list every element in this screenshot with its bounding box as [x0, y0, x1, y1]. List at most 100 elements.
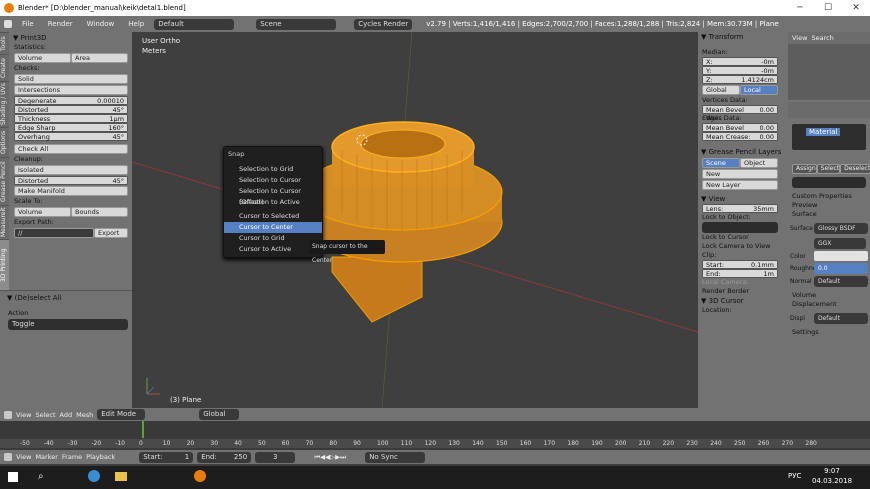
- scale-volume-button[interactable]: Volume: [14, 207, 71, 217]
- engine-select[interactable]: Cycles Render: [354, 18, 413, 30]
- material-slot-list[interactable]: Material: [792, 124, 866, 150]
- tab-options[interactable]: Options: [0, 127, 9, 157]
- tab-3d-printing[interactable]: 3D Printing: [0, 239, 9, 290]
- search-icon[interactable]: ⌕: [38, 471, 44, 482]
- start-frame-field[interactable]: Start: 1: [139, 451, 194, 463]
- menu-item-cursor-to-grid[interactable]: Cursor to Grid: [224, 233, 322, 244]
- sync-select[interactable]: No Sync: [365, 451, 426, 463]
- check-row-overhang[interactable]: Overhang 45°: [14, 132, 128, 141]
- menu-item-cursor-to-center[interactable]: Cursor to Center: [224, 222, 322, 233]
- deselect-button[interactable]: Deselect: [840, 164, 870, 174]
- editor-type-icon[interactable]: [4, 20, 12, 28]
- custom-properties-panel[interactable]: Custom Properties: [788, 192, 870, 201]
- displacement-select[interactable]: Default: [814, 313, 868, 324]
- solid-button[interactable]: Solid: [14, 74, 128, 84]
- vertex-bevel-field[interactable]: Mean Bevel Wei: 0.00: [702, 105, 778, 122]
- roughness-field[interactable]: 0.0: [814, 263, 868, 274]
- area-button[interactable]: Area: [71, 53, 128, 63]
- global-toggle[interactable]: Global: [702, 85, 740, 95]
- end-frame-field[interactable]: End: 250: [197, 451, 252, 463]
- material-slot[interactable]: Material: [806, 128, 841, 136]
- distribution-select[interactable]: GGX: [814, 238, 866, 249]
- timeline-playback-menu[interactable]: Playback: [86, 453, 115, 461]
- new-layer-button[interactable]: New Layer: [702, 180, 778, 190]
- action-select[interactable]: Toggle: [8, 319, 128, 330]
- edge-bevel-field[interactable]: Mean Bevel Wei:0.00: [702, 123, 778, 140]
- layout-select[interactable]: Default: [154, 18, 235, 30]
- lock-object-field[interactable]: [702, 222, 778, 233]
- check-row-thickness[interactable]: Thickness 1µm: [14, 114, 128, 123]
- tab-create[interactable]: Create: [0, 54, 9, 81]
- normal-select[interactable]: Default: [814, 276, 868, 287]
- editor-type-icon[interactable]: [4, 410, 12, 419]
- cleanup-distorted-row[interactable]: Distorted 45°: [14, 176, 128, 185]
- 3d-viewport[interactable]: User Ortho Meters (3) Plane: [132, 32, 698, 408]
- median-z-field[interactable]: Z: 1.4124cm: [702, 75, 778, 84]
- menu-item-cursor-to-active[interactable]: Cursor to Active: [224, 244, 322, 255]
- mesh-menu[interactable]: Mesh: [76, 411, 93, 419]
- tab-tools[interactable]: Tools: [0, 32, 9, 54]
- menu-render[interactable]: Render: [44, 20, 77, 28]
- playback-controls[interactable]: ⏮◀◀▷▶⏭: [299, 453, 361, 462]
- clip-start-field[interactable]: Start: 0.1mm: [702, 260, 778, 269]
- menu-item-selection-to-cursor-offset[interactable]: Selection to Cursor (Offset): [224, 186, 322, 206]
- maximize-button[interactable]: ☐: [814, 0, 842, 16]
- editor-type-icon[interactable]: [4, 453, 12, 461]
- check-all-button[interactable]: Check All: [14, 144, 128, 154]
- volume-panel[interactable]: Volume: [788, 291, 870, 300]
- start-icon[interactable]: [8, 472, 18, 482]
- median-x-field[interactable]: X: -0m: [702, 57, 778, 66]
- language-indicator[interactable]: РУС: [788, 472, 801, 480]
- lens-field[interactable]: Lens: 35mm: [702, 204, 778, 213]
- mode-select[interactable]: Edit Mode: [97, 409, 146, 420]
- gp-layers-header[interactable]: Grease Pencil Layers: [709, 148, 782, 156]
- gp-object-toggle[interactable]: Object: [740, 158, 778, 168]
- displacement-panel[interactable]: Displacement: [788, 300, 870, 309]
- clock-time[interactable]: 9:07: [815, 467, 849, 475]
- file-explorer-icon[interactable]: [115, 472, 127, 481]
- render-border-checkbox[interactable]: Render Border: [698, 287, 788, 296]
- blender-taskbar-icon[interactable]: [194, 470, 206, 482]
- close-button[interactable]: ✕: [842, 0, 870, 16]
- outliner-search-field[interactable]: Search: [811, 34, 833, 42]
- properties-tabs[interactable]: [788, 102, 870, 118]
- surface-shader-select[interactable]: Glossy BSDF: [814, 223, 868, 234]
- assign-button[interactable]: Assign: [792, 164, 817, 174]
- select-menu[interactable]: Select: [35, 411, 55, 419]
- make-manifold-button[interactable]: Make Manifold: [14, 186, 128, 196]
- edge-crease-field[interactable]: Mean Crease: 0.00: [702, 132, 778, 141]
- menu-help[interactable]: Help: [124, 20, 148, 28]
- gp-scene-toggle[interactable]: Scene: [702, 158, 740, 168]
- export-path-field[interactable]: //: [14, 228, 94, 238]
- check-row-degenerate[interactable]: Degenerate 0.00010: [14, 96, 128, 105]
- select-button[interactable]: Select: [816, 164, 841, 174]
- view-header[interactable]: View: [709, 195, 726, 203]
- 3d-cursor-header[interactable]: 3D Cursor: [709, 297, 744, 305]
- current-frame-indicator[interactable]: [142, 421, 144, 438]
- preview-panel[interactable]: Preview: [788, 201, 870, 210]
- tab-grease-pencil[interactable]: Grease Pencil: [0, 157, 9, 205]
- isolated-button[interactable]: Isolated: [14, 165, 128, 175]
- menu-item-cursor-to-selected[interactable]: Cursor to Selected: [224, 211, 322, 222]
- intersections-button[interactable]: Intersections: [14, 85, 128, 95]
- menu-item-selection-to-grid[interactable]: Selection to Grid: [224, 164, 322, 175]
- color-swatch[interactable]: [814, 251, 868, 261]
- clip-end-field[interactable]: End: 1m: [702, 269, 778, 278]
- add-menu[interactable]: Add: [60, 411, 73, 419]
- transform-orientation-select[interactable]: Global: [199, 409, 240, 420]
- timeline-frame-menu[interactable]: Frame: [62, 453, 82, 461]
- scene-select[interactable]: Scene: [256, 18, 337, 30]
- outliner-view-menu[interactable]: View: [792, 34, 807, 42]
- export-button[interactable]: Export: [94, 228, 128, 238]
- menu-item-selection-to-cursor[interactable]: Selection to Cursor: [224, 175, 322, 186]
- gp-new-button[interactable]: New: [702, 169, 778, 179]
- current-frame-field[interactable]: 3: [255, 451, 296, 463]
- panel-title[interactable]: Print3D: [21, 34, 47, 42]
- menu-item-selection-to-active[interactable]: Selection to Active: [224, 197, 322, 208]
- surface-panel[interactable]: Surface: [788, 210, 870, 219]
- local-toggle[interactable]: Local: [740, 85, 778, 95]
- edge-browser-icon[interactable]: [88, 470, 100, 482]
- menu-file[interactable]: File: [18, 20, 38, 28]
- timeline-view-menu[interactable]: View: [16, 453, 31, 461]
- settings-panel[interactable]: Settings: [788, 328, 870, 337]
